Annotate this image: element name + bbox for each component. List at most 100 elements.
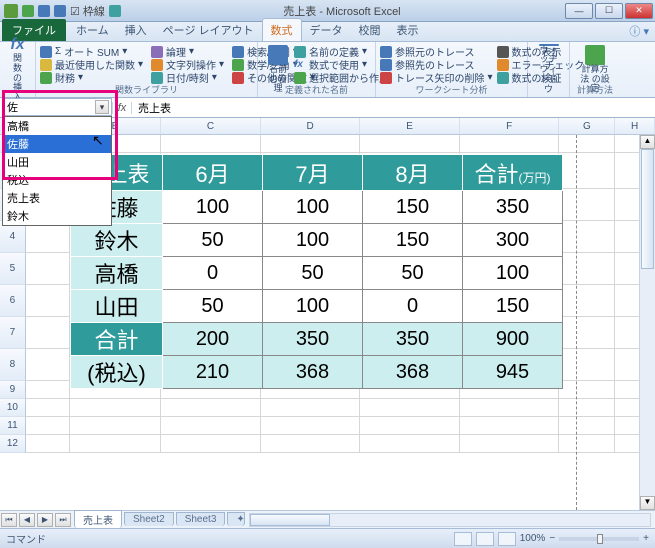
row-header[interactable]: 5 [0, 253, 26, 285]
name-box-dropdown-arrow[interactable]: ▾ [95, 100, 109, 114]
cell[interactable]: 368 [263, 356, 363, 389]
grid-cell[interactable] [70, 417, 162, 435]
grid-cell[interactable] [261, 417, 361, 435]
row-header[interactable]: 10 [0, 399, 26, 417]
grid-cell[interactable] [460, 435, 560, 453]
grid-cell[interactable] [26, 435, 70, 453]
cell[interactable]: 50 [263, 257, 363, 290]
grid-cell[interactable] [360, 135, 460, 153]
cell[interactable]: 150 [363, 224, 463, 257]
cell[interactable]: 50 [163, 224, 263, 257]
help-icon[interactable]: ⓘ ▾ [623, 21, 655, 41]
grid-cell[interactable] [161, 417, 261, 435]
formula-input[interactable]: 売上表 [132, 100, 655, 116]
cell[interactable]: 200 [163, 323, 263, 356]
name-box-option[interactable]: 税込 [3, 171, 111, 189]
tab-home[interactable]: ホーム [68, 19, 117, 41]
name-box-option[interactable]: 山田 [3, 153, 111, 171]
grid-cell[interactable] [559, 435, 615, 453]
row-header[interactable]: 11 [0, 417, 26, 435]
zoom-slider-knob[interactable] [597, 534, 603, 544]
col-header[interactable]: H [615, 118, 655, 134]
zoom-out-button[interactable]: − [549, 533, 555, 544]
sheet-tab[interactable]: Sheet2 [124, 512, 174, 526]
grid-cell[interactable] [26, 349, 70, 381]
scroll-thumb[interactable] [250, 514, 330, 526]
sheet-tab[interactable]: Sheet3 [176, 512, 226, 526]
cell[interactable]: 100 [263, 224, 363, 257]
qa-undo-icon[interactable] [38, 5, 50, 17]
grid-cell[interactable] [161, 135, 261, 153]
grid-cell[interactable] [161, 435, 261, 453]
tab-nav-first[interactable]: ⏮ [1, 513, 17, 527]
grid-cell[interactable] [261, 135, 361, 153]
grid-cell[interactable] [559, 349, 615, 381]
grid-cell[interactable] [261, 399, 361, 417]
grid-cell[interactable] [26, 317, 70, 349]
name-box-option[interactable]: 高橋 [3, 117, 111, 135]
name-box-dropdown[interactable]: 高橋佐藤山田税込売上表鈴木 [2, 116, 112, 226]
grid-cell[interactable] [460, 417, 560, 435]
vertical-scrollbar[interactable]: ▲ ▼ [639, 135, 655, 510]
cell[interactable]: 0 [363, 290, 463, 323]
cell[interactable]: 50 [163, 290, 263, 323]
grid-cell[interactable] [559, 221, 615, 253]
cell[interactable]: 368 [363, 356, 463, 389]
tab-nav-next[interactable]: ▶ [37, 513, 53, 527]
grid-cell[interactable] [26, 285, 70, 317]
col-header[interactable]: E [360, 118, 460, 134]
tab-nav-prev[interactable]: ◀ [19, 513, 35, 527]
cell[interactable]: 350 [463, 191, 563, 224]
grid-cell[interactable] [460, 135, 560, 153]
zoom-in-button[interactable]: + [643, 533, 649, 544]
new-sheet-button[interactable]: ✦ [227, 512, 245, 526]
name-box-option[interactable]: 鈴木 [3, 207, 111, 225]
row-header[interactable]: 12 [0, 435, 26, 453]
col-header[interactable]: C [161, 118, 261, 134]
name-box[interactable]: 佐 ▾ [2, 98, 112, 116]
grid-cell[interactable] [70, 435, 162, 453]
horizontal-scrollbar[interactable] [249, 513, 651, 527]
maximize-button[interactable]: ☐ [595, 3, 623, 19]
cell[interactable]: 100 [163, 191, 263, 224]
grid-cell[interactable] [559, 399, 615, 417]
cell[interactable]: 350 [363, 323, 463, 356]
cell[interactable]: 150 [363, 191, 463, 224]
scroll-up-button[interactable]: ▲ [640, 135, 655, 149]
minimize-button[interactable]: — [565, 3, 593, 19]
insert-function-button[interactable]: fx 関数の 挿入 [4, 44, 31, 95]
row-header[interactable]: 9 [0, 381, 26, 399]
grid-cell[interactable] [559, 381, 615, 399]
cell[interactable]: 100 [263, 191, 363, 224]
view-page-layout-button[interactable] [476, 532, 494, 546]
grid-cell[interactable] [559, 153, 615, 189]
col-header[interactable]: F [460, 118, 560, 134]
grid-cell[interactable] [360, 435, 460, 453]
grid-cell[interactable] [161, 399, 261, 417]
name-box-option[interactable]: 売上表 [3, 189, 111, 207]
tab-page-layout[interactable]: ページ レイアウト [155, 19, 262, 41]
grid-cell[interactable] [559, 317, 615, 349]
view-normal-button[interactable] [454, 532, 472, 546]
grid-cell[interactable] [261, 435, 361, 453]
col-header[interactable]: G [559, 118, 615, 134]
grid-cell[interactable] [360, 417, 460, 435]
tab-insert[interactable]: 挿入 [117, 19, 155, 41]
qa-extra-icon[interactable] [109, 5, 121, 17]
grid-cell[interactable] [559, 417, 615, 435]
qa-redo-icon[interactable] [54, 5, 66, 17]
cell[interactable]: 50 [363, 257, 463, 290]
grid-cell[interactable] [70, 399, 162, 417]
tab-review[interactable]: 校閲 [351, 19, 389, 41]
cell[interactable]: 0 [163, 257, 263, 290]
row-header[interactable]: 8 [0, 349, 26, 381]
sheet-tab-active[interactable]: 売上表 [74, 510, 122, 528]
fx-button[interactable]: fx [112, 102, 132, 114]
cell[interactable]: 900 [463, 323, 563, 356]
tab-nav-last[interactable]: ⏭ [55, 513, 71, 527]
scroll-down-button[interactable]: ▼ [640, 496, 655, 510]
cell[interactable]: 210 [163, 356, 263, 389]
close-button[interactable]: ✕ [625, 3, 653, 19]
cell[interactable]: 150 [463, 290, 563, 323]
scroll-thumb[interactable] [641, 149, 654, 269]
